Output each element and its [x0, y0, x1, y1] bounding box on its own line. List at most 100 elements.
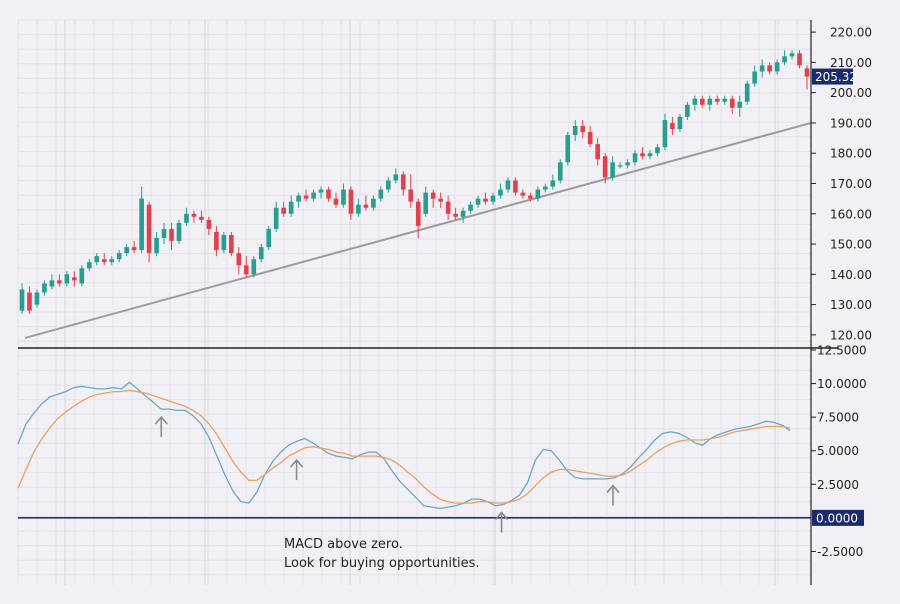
candle-body [565, 135, 571, 163]
candle-body [229, 234, 234, 254]
candle-body [341, 189, 346, 205]
candle [707, 95, 713, 111]
candle-body [79, 268, 85, 284]
macd-panel [17, 381, 811, 533]
candle [759, 59, 765, 78]
candle-body [221, 234, 227, 251]
grid [17, 19, 811, 585]
candle-body [520, 192, 526, 196]
candle [363, 195, 369, 211]
candle-body [400, 174, 406, 190]
candle-body [288, 201, 294, 214]
candle-body [550, 180, 556, 187]
candle-body [729, 98, 735, 108]
candle-body [124, 247, 129, 254]
candle [266, 225, 272, 251]
candle-body [557, 162, 563, 181]
candle [57, 274, 62, 287]
candle-body [483, 198, 488, 202]
candle-body [744, 83, 750, 102]
candle [587, 125, 593, 148]
candle-body [296, 195, 301, 202]
candle [221, 231, 227, 254]
candle-body [169, 228, 174, 242]
candle-body [528, 195, 533, 199]
candle-body [161, 228, 167, 238]
candle [722, 95, 728, 105]
candle-body [423, 192, 429, 214]
candle [729, 95, 735, 114]
candle [595, 138, 600, 166]
candle [348, 186, 354, 220]
candle [505, 177, 511, 193]
candle [677, 113, 683, 133]
candle [34, 289, 40, 308]
trading-chart: 120.00 130.00 140.00 150.00 160.00 170.00 180.… [0, 0, 900, 600]
candle-body [774, 62, 780, 72]
candle-body [752, 71, 757, 84]
candle-body [498, 189, 503, 196]
candle [744, 80, 750, 105]
candle-body [27, 292, 32, 311]
candle-body [386, 180, 391, 190]
candle-body [490, 195, 496, 202]
candle-body [101, 259, 107, 263]
candle [498, 183, 503, 199]
price-tick-label: 190.00 [830, 116, 872, 130]
candle [685, 101, 690, 120]
last-price-label: 205.32 [815, 70, 857, 84]
candle [371, 195, 376, 211]
candle-body [714, 98, 720, 102]
price-tick-label: 180.00 [830, 147, 872, 161]
candle [572, 119, 578, 142]
price-tick-label: 210.00 [830, 56, 872, 70]
candle [400, 171, 406, 196]
candle-body [94, 256, 100, 263]
candle-body [602, 156, 608, 178]
candle-body [363, 204, 369, 208]
candle-body [49, 280, 55, 287]
candle-body [139, 198, 144, 251]
candle [94, 253, 100, 266]
candle-body [445, 201, 451, 214]
candle-body [677, 116, 683, 129]
candle-body [453, 213, 458, 217]
candle [199, 210, 204, 223]
candle-body [737, 101, 743, 108]
candle-body [154, 238, 159, 254]
candle-body [468, 204, 473, 211]
candle [475, 195, 481, 208]
candle [273, 201, 279, 232]
price-tick-label: 140.00 [830, 268, 872, 282]
candle [251, 256, 257, 278]
macd-tick-label: 5.0000 [817, 444, 859, 458]
candle [782, 50, 787, 66]
candle [281, 201, 286, 217]
candle [393, 168, 399, 184]
candle-body [72, 277, 77, 281]
candle [557, 159, 563, 184]
price-tick-label: 150.00 [830, 238, 872, 252]
candle [86, 259, 92, 272]
candle [752, 65, 757, 87]
candle-body [640, 153, 645, 157]
candle [804, 65, 810, 90]
candle-body [670, 122, 675, 129]
candle [139, 186, 144, 254]
candle-body [371, 198, 376, 208]
candle-body [326, 189, 331, 199]
candle-body [64, 274, 70, 284]
candle-body [131, 247, 137, 251]
candle-body [513, 180, 518, 193]
candle [101, 253, 107, 266]
candle-body [505, 180, 511, 190]
candle [483, 192, 488, 205]
candle [789, 50, 795, 60]
candle [341, 183, 346, 208]
candle-body [356, 204, 361, 214]
candle-body [767, 65, 772, 72]
candle [206, 216, 212, 235]
candle [430, 189, 436, 208]
candle [662, 113, 668, 151]
candle-body [281, 207, 286, 214]
